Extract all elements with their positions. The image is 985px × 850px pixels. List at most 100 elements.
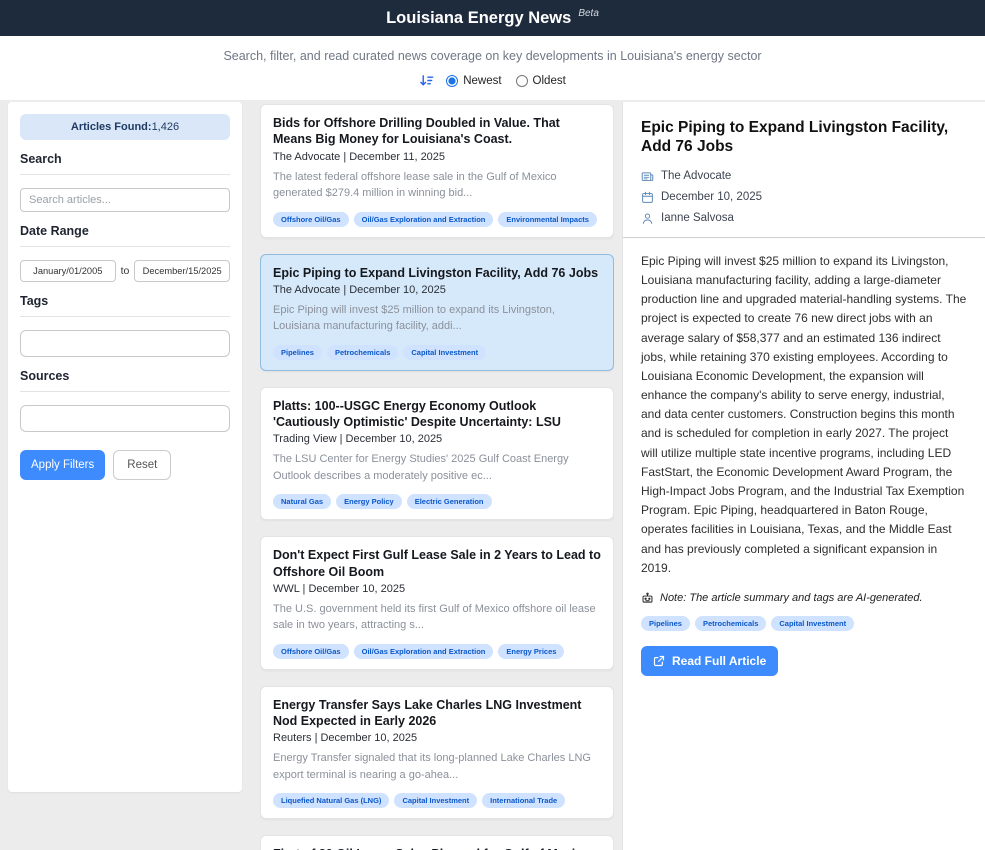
ai-note: Note: The article summary and tags are A… [641,592,967,605]
divider [20,391,230,392]
article-card-selected[interactable]: Epic Piping to Expand Livingston Facilit… [260,254,614,371]
tag-pill: Capital Investment [394,793,477,808]
date-range-section-label: Date Range [20,224,230,238]
external-link-icon [653,655,665,667]
article-card[interactable]: Bids for Offshore Drilling Doubled in Va… [260,104,614,238]
date-from-input[interactable] [20,260,116,282]
tag-pill: Capital Investment [403,345,486,360]
filter-sidebar: Articles Found:1,426 Search Date Range t… [8,102,242,792]
article-title: Epic Piping to Expand Livingston Facilit… [273,265,601,281]
article-tags: Liquefied Natural Gas (LNG) Capital Inve… [273,793,601,808]
calendar-icon [641,191,654,204]
detail-author-row: Ianne Salvosa [641,212,967,225]
read-full-article-label: Read Full Article [672,654,766,668]
date-to-input[interactable] [134,260,230,282]
sources-input[interactable] [20,405,230,432]
tags-input[interactable] [20,330,230,357]
tag-pill: Energy Policy [336,494,402,509]
tag-pill: Oil/Gas Exploration and Extraction [354,212,494,227]
article-title: Don't Expect First Gulf Lease Sale in 2 … [273,547,601,580]
tag-pill: Offshore Oil/Gas [273,212,349,227]
articles-found-banner: Articles Found:1,426 [20,114,230,140]
article-tags: Natural Gas Energy Policy Electric Gener… [273,494,601,509]
article-title: Energy Transfer Says Lake Charles LNG In… [273,697,601,730]
date-separator-label: to [121,265,130,277]
detail-source-row: The Advocate [641,170,967,183]
search-section-label: Search [20,152,230,166]
article-list: Bids for Offshore Drilling Doubled in Va… [260,102,614,850]
article-card[interactable]: Don't Expect First Gulf Lease Sale in 2 … [260,536,614,670]
app-subtitle: Search, filter, and read curated news co… [0,49,985,63]
apply-filters-button[interactable]: Apply Filters [20,450,105,480]
tag-pill: Capital Investment [771,616,854,631]
article-tags: Offshore Oil/Gas Oil/Gas Exploration and… [273,644,601,659]
date-range-row: to [20,260,230,282]
divider [623,237,985,238]
divider [20,246,230,247]
ai-note-text: Note: The article summary and tags are A… [660,592,923,604]
tag-pill: Natural Gas [273,494,331,509]
reset-button[interactable]: Reset [113,450,171,480]
sort-oldest-radio[interactable] [516,75,528,87]
detail-date-row: December 10, 2025 [641,191,967,204]
person-icon [641,212,654,225]
tags-section-label: Tags [20,294,230,308]
tag-pill: Liquefied Natural Gas (LNG) [273,793,389,808]
tag-pill: International Trade [482,793,565,808]
sort-newest-label: Newest [463,75,501,87]
newspaper-icon [641,170,654,183]
article-tags: Offshore Oil/Gas Oil/Gas Exploration and… [273,212,601,227]
sort-controls: Newest Oldest [0,73,985,100]
detail-author: Ianne Salvosa [661,212,734,224]
sort-icon [419,73,434,88]
tag-pill: Oil/Gas Exploration and Extraction [354,644,494,659]
detail-title: Epic Piping to Expand Livingston Facilit… [641,118,967,157]
sort-newest-option[interactable]: Newest [446,75,501,87]
article-excerpt: The LSU Center for Energy Studies' 2025 … [273,451,601,484]
detail-date: December 10, 2025 [661,191,762,203]
article-excerpt: The U.S. government held its first Gulf … [273,601,601,634]
article-detail-panel: Epic Piping to Expand Livingston Facilit… [622,102,985,850]
detail-body: Epic Piping will invest $25 million to e… [641,252,967,578]
article-excerpt: Energy Transfer signaled that its long-p… [273,750,601,783]
tag-pill: Energy Prices [498,644,564,659]
article-card[interactable]: Energy Transfer Says Lake Charles LNG In… [260,686,614,820]
tag-pill: Electric Generation [407,494,492,509]
article-card[interactable]: Platts: 100--USGC Energy Economy Outlook… [260,387,614,521]
filter-buttons-row: Apply Filters Reset [20,450,230,480]
tag-pill: Pipelines [273,345,322,360]
read-full-article-button[interactable]: Read Full Article [641,646,778,676]
divider [20,174,230,175]
tag-pill: Pipelines [641,616,690,631]
app-title: Louisiana Energy News [386,9,571,28]
article-meta: The Advocate | December 11, 2025 [273,151,601,163]
article-excerpt: Epic Piping will invest $25 million to e… [273,302,601,335]
article-meta: Reuters | December 10, 2025 [273,732,601,744]
sort-oldest-option[interactable]: Oldest [516,75,566,87]
tag-pill: Offshore Oil/Gas [273,644,349,659]
article-title: First of 30 Oil Lease Sales Planned for … [273,846,601,850]
search-input[interactable] [20,188,230,212]
beta-badge: Beta [578,8,599,19]
sources-section-label: Sources [20,369,230,383]
sort-newest-radio[interactable] [446,75,458,87]
articles-found-count: 1,426 [152,121,180,133]
articles-found-label: Articles Found: [71,121,152,133]
article-excerpt: The latest federal offshore lease sale i… [273,169,601,202]
main-content: Articles Found:1,426 Search Date Range t… [0,100,985,850]
article-title: Platts: 100--USGC Energy Economy Outlook… [273,398,601,431]
tag-pill: Environmental Impacts [498,212,597,227]
article-title: Bids for Offshore Drilling Doubled in Va… [273,115,601,148]
article-meta: The Advocate | December 10, 2025 [273,284,601,296]
detail-tags: Pipelines Petrochemicals Capital Investm… [641,616,967,631]
sort-oldest-label: Oldest [533,75,566,87]
article-meta: Trading View | December 10, 2025 [273,433,601,445]
article-tags: Pipelines Petrochemicals Capital Investm… [273,345,601,360]
divider [20,316,230,317]
tag-pill: Petrochemicals [695,616,766,631]
tag-pill: Petrochemicals [327,345,398,360]
detail-source: The Advocate [661,170,731,182]
article-meta: WWL | December 10, 2025 [273,583,601,595]
article-card[interactable]: First of 30 Oil Lease Sales Planned for … [260,835,614,850]
robot-icon [641,592,654,605]
